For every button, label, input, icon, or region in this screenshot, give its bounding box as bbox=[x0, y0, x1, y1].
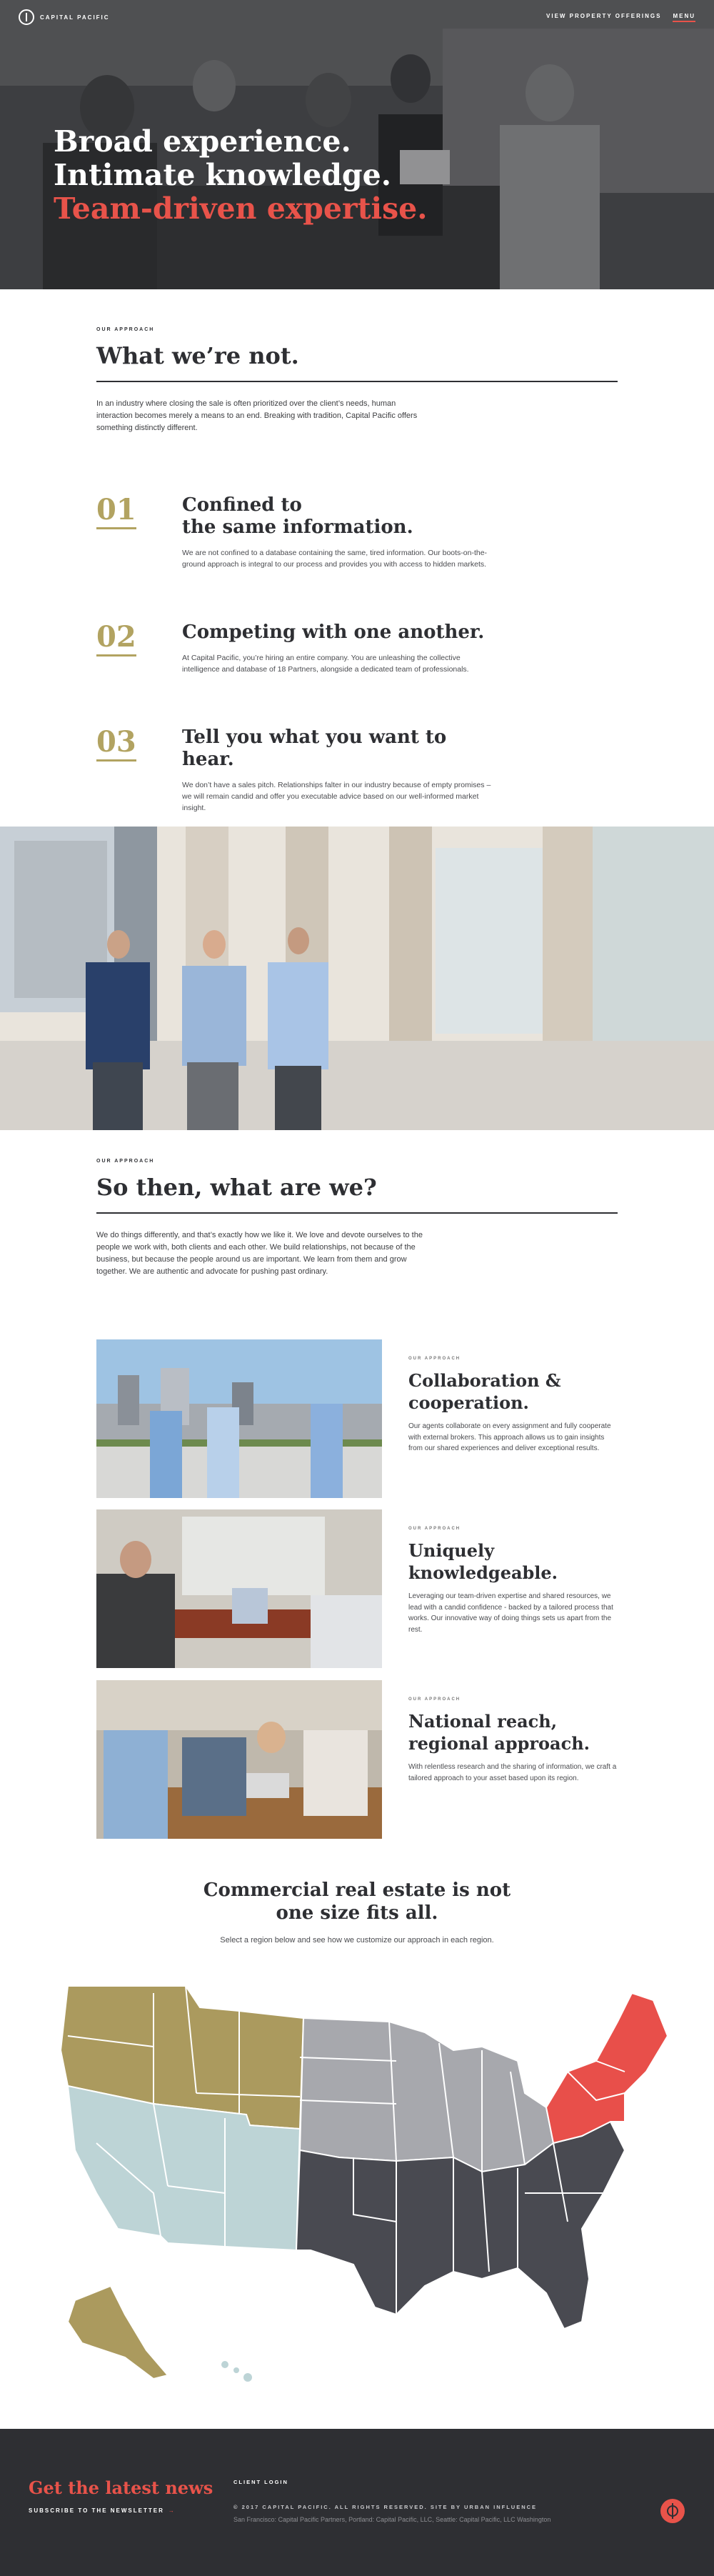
point-text: We are not confined to a database contai… bbox=[182, 549, 488, 569]
point-number: 01 bbox=[96, 494, 136, 529]
region-midwest[interactable] bbox=[298, 2017, 555, 2173]
hero-line-1: Broad experience. bbox=[54, 124, 351, 159]
hero: CAPITAL PACIFIC VIEW PROPERTY OFFERINGS … bbox=[0, 0, 714, 289]
section-eyebrow: OUR APPROACH bbox=[96, 327, 155, 332]
section-divider bbox=[96, 381, 618, 382]
point-text: At Capital Pacific, you’re hiring an ent… bbox=[182, 654, 469, 674]
feature-eyebrow: OUR APPROACH bbox=[408, 1527, 461, 1531]
region-hawaii[interactable] bbox=[221, 2361, 228, 2368]
point-number: 02 bbox=[96, 621, 136, 657]
subscribe-newsletter-link[interactable]: SUBSCRIBE TO THE NEWSLETTER → bbox=[29, 2507, 176, 2514]
point-02: 02 Competing with one another. At Capita… bbox=[96, 621, 496, 675]
office-list: San Francisco: Capital Pacific Partners,… bbox=[233, 2516, 551, 2523]
feature-eyebrow: OUR APPROACH bbox=[408, 1697, 461, 1702]
point-03: 03 Tell you what you want to hear. We do… bbox=[96, 727, 496, 814]
feature-photo bbox=[96, 1680, 382, 1839]
point-number: 03 bbox=[96, 727, 136, 762]
us-region-map bbox=[54, 1979, 675, 2400]
hero-headline: Broad experience. Intimate knowledge. Te… bbox=[54, 125, 428, 226]
point-title: Competing with one another. bbox=[182, 621, 485, 643]
what-we-are-not-section: OUR APPROACH What we’re not. In an indus… bbox=[0, 327, 714, 434]
section-intro: In an industry where closing the sale is… bbox=[96, 399, 418, 432]
hero-line-2: Intimate knowledge. bbox=[54, 158, 391, 192]
capital-pacific-logo[interactable]: CAPITAL PACIFIC bbox=[19, 9, 110, 25]
section-title: What we’re not. bbox=[96, 342, 299, 369]
feature-uniquely-knowledgeable: OUR APPROACH Uniquely knowledgeable. Leve… bbox=[96, 1509, 618, 1668]
client-login-link[interactable]: CLIENT LOGIN bbox=[233, 2479, 288, 2485]
region-northeast[interactable] bbox=[545, 1992, 669, 2145]
feature-text: Leveraging our team-driven expertise and… bbox=[408, 1592, 613, 1634]
feature-title: Collaboration & cooperation. bbox=[408, 1370, 561, 1413]
footer-logo-icon[interactable] bbox=[660, 2499, 685, 2523]
feature-title: Uniquely knowledgeable. bbox=[408, 1540, 558, 1583]
feature-text: Our agents collaborate on every assignme… bbox=[408, 1422, 611, 1452]
feature-photo bbox=[96, 1509, 382, 1668]
main-nav: VIEW PROPERTY OFFERINGS MENU bbox=[546, 13, 695, 22]
arrow-right-icon: → bbox=[168, 2507, 176, 2514]
feature-national-reach: OUR APPROACH National reach, regional app… bbox=[96, 1680, 618, 1839]
menu-button[interactable]: MENU bbox=[673, 13, 695, 22]
region-alaska[interactable] bbox=[66, 2285, 169, 2380]
footer: Get the latest news SUBSCRIBE TO THE NEW… bbox=[0, 2429, 714, 2576]
point-text: We don’t have a sales pitch. Relationshi… bbox=[182, 781, 491, 812]
latest-news-heading: Get the latest news bbox=[29, 2477, 213, 2498]
feature-title: National reach, regional approach. bbox=[408, 1711, 590, 1754]
team-walking-photo bbox=[0, 827, 714, 1130]
map-heading: Commercial real estate is not one size fi… bbox=[0, 1879, 714, 1945]
feature-eyebrow: OUR APPROACH bbox=[408, 1357, 461, 1361]
section-title: So then, what are we? bbox=[96, 1174, 377, 1201]
top-navigation: CAPITAL PACIFIC VIEW PROPERTY OFFERINGS … bbox=[0, 0, 714, 34]
page: CAPITAL PACIFIC VIEW PROPERTY OFFERINGS … bbox=[0, 0, 714, 2576]
logo-mark-icon bbox=[19, 9, 34, 25]
section-eyebrow: OUR APPROACH bbox=[96, 1159, 155, 1164]
map-title: Commercial real estate is not one size fi… bbox=[203, 1879, 511, 1924]
logo-text: CAPITAL PACIFIC bbox=[40, 14, 110, 21]
view-property-offerings-link[interactable]: VIEW PROPERTY OFFERINGS bbox=[546, 13, 661, 22]
point-01: 01 Confined to the same information. We a… bbox=[96, 494, 496, 570]
feature-collaboration: OUR APPROACH Collaboration & cooperation.… bbox=[96, 1339, 618, 1498]
point-title: Confined to the same information. bbox=[182, 494, 413, 538]
feature-text: With relentless research and the sharing… bbox=[408, 1763, 617, 1782]
feature-photo bbox=[96, 1339, 382, 1498]
map-subtitle: Select a region below and see how we cus… bbox=[220, 1936, 494, 1945]
what-are-we-section: OUR APPROACH So then, what are we? We do… bbox=[0, 1159, 714, 1278]
hero-line-3: Team-driven expertise. bbox=[54, 191, 428, 226]
copyright-text: © 2017 CAPITAL PACIFIC. ALL RIGHTS RESER… bbox=[233, 2504, 538, 2510]
point-title: Tell you what you want to hear. bbox=[182, 727, 447, 770]
section-intro: We do things differently, and that’s exa… bbox=[96, 1231, 423, 1276]
section-divider bbox=[96, 1212, 618, 1214]
